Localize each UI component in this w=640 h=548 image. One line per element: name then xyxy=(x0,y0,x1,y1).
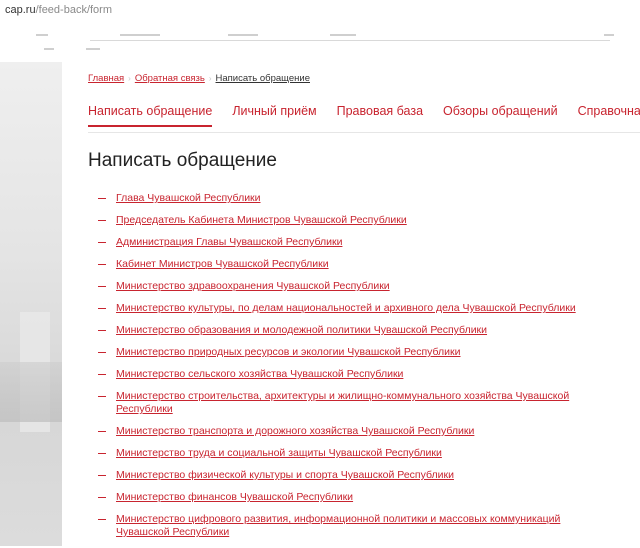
dash-icon xyxy=(98,198,106,199)
list-item: Министерство сельского хозяйства Чувашск… xyxy=(98,368,578,381)
breadcrumb: Главная › Обратная связь › Написать обращени… xyxy=(88,73,310,84)
organization-link[interactable]: Министерство финансов Чувашской Республи… xyxy=(116,491,353,503)
organization-link[interactable]: Кабинет Министров Чувашской Республики xyxy=(116,258,329,270)
list-item: Администрация Главы Чувашской Республики xyxy=(98,236,578,249)
blurred-mark xyxy=(228,34,258,36)
breadcrumb-separator-icon: › xyxy=(128,74,131,83)
tab-write-appeal[interactable]: Написать обращение xyxy=(88,104,213,127)
background-shape xyxy=(0,362,62,422)
organization-list: Глава Чувашской Республики Председатель К… xyxy=(98,192,578,548)
list-item: Министерство финансов Чувашской Республи… xyxy=(98,491,578,504)
organization-link[interactable]: Министерство сельского хозяйства Чувашск… xyxy=(116,368,403,380)
dash-icon xyxy=(98,453,106,454)
blurred-mark xyxy=(604,34,614,36)
dash-icon xyxy=(98,308,106,309)
blurred-mark xyxy=(86,48,100,50)
blurred-header xyxy=(0,26,640,62)
organization-link[interactable]: Министерство культуры, по делам национал… xyxy=(116,302,576,314)
list-item: Кабинет Министров Чувашской Республики xyxy=(98,258,578,271)
dash-icon xyxy=(98,330,106,331)
breadcrumb-home[interactable]: Главная xyxy=(88,73,124,84)
tab-personal-reception[interactable]: Личный приём xyxy=(232,104,316,127)
blurred-mark xyxy=(44,48,54,50)
dash-icon xyxy=(98,519,106,520)
section-tabs: Написать обращение Личный приём Правовая б… xyxy=(88,102,640,132)
header-divider xyxy=(90,40,610,41)
main-content: Главная › Обратная связь › Написать обращени… xyxy=(62,62,640,546)
blurred-mark xyxy=(330,34,356,36)
dash-icon xyxy=(98,374,106,375)
organization-link[interactable]: Министерство цифрового развития, информа… xyxy=(116,513,560,538)
dash-icon xyxy=(98,497,106,498)
breadcrumb-feedback[interactable]: Обратная связь xyxy=(135,73,205,84)
list-item: Министерство физической культуры и спорт… xyxy=(98,469,578,482)
organization-link[interactable]: Министерство труда и социальной защиты Ч… xyxy=(116,447,442,459)
list-item: Министерство культуры, по делам национал… xyxy=(98,302,578,315)
list-item: Председатель Кабинета Министров Чувашско… xyxy=(98,214,578,227)
organization-link[interactable]: Администрация Главы Чувашской Республики xyxy=(116,236,342,248)
organization-link[interactable]: Министерство образования и молодежной по… xyxy=(116,324,487,336)
tabs-divider xyxy=(88,132,640,133)
list-item: Министерство здравоохранения Чувашской Р… xyxy=(98,280,578,293)
tab-appeal-reviews[interactable]: Обзоры обращений xyxy=(443,104,558,127)
dash-icon xyxy=(98,431,106,432)
list-item: Министерство труда и социальной защиты Ч… xyxy=(98,447,578,460)
list-item: Министерство природных ресурсов и эколог… xyxy=(98,346,578,359)
breadcrumb-current: Написать обращение xyxy=(215,73,310,84)
breadcrumb-separator-icon: › xyxy=(208,74,212,83)
list-item: Министерство транспорта и дорожного хозя… xyxy=(98,425,578,438)
background-image xyxy=(0,62,62,546)
blurred-mark xyxy=(36,34,48,36)
blurred-mark xyxy=(120,34,160,36)
page-title: Написать обращение xyxy=(88,150,277,171)
tab-legal-base[interactable]: Правовая база xyxy=(337,104,423,127)
url-path: /feed-back/form xyxy=(35,4,112,16)
dash-icon xyxy=(98,352,106,353)
organization-link[interactable]: Глава Чувашской Республики xyxy=(116,192,261,204)
url-host: cap.ru xyxy=(5,4,36,16)
organization-link[interactable]: Министерство здравоохранения Чувашской Р… xyxy=(116,280,390,292)
organization-link[interactable]: Министерство физической культуры и спорт… xyxy=(116,469,454,481)
dash-icon xyxy=(98,220,106,221)
organization-link[interactable]: Председатель Кабинета Министров Чувашско… xyxy=(116,214,407,226)
organization-link[interactable]: Министерство строительства, архитектуры … xyxy=(116,390,569,415)
dash-icon xyxy=(98,396,106,397)
list-item: Глава Чувашской Республики xyxy=(98,192,578,205)
list-item: Министерство строительства, архитектуры … xyxy=(98,390,578,416)
dash-icon xyxy=(98,242,106,243)
dash-icon xyxy=(98,286,106,287)
dash-icon xyxy=(98,264,106,265)
list-item: Министерство образования и молодежной по… xyxy=(98,324,578,337)
list-item: Министерство цифрового развития, информа… xyxy=(98,513,578,539)
organization-link[interactable]: Министерство транспорта и дорожного хозя… xyxy=(116,425,474,437)
address-bar[interactable]: cap.ru/feed-back/form xyxy=(0,0,640,22)
dash-icon xyxy=(98,475,106,476)
tab-reference[interactable]: Справочная xyxy=(578,104,640,127)
organization-link[interactable]: Министерство природных ресурсов и эколог… xyxy=(116,346,461,358)
